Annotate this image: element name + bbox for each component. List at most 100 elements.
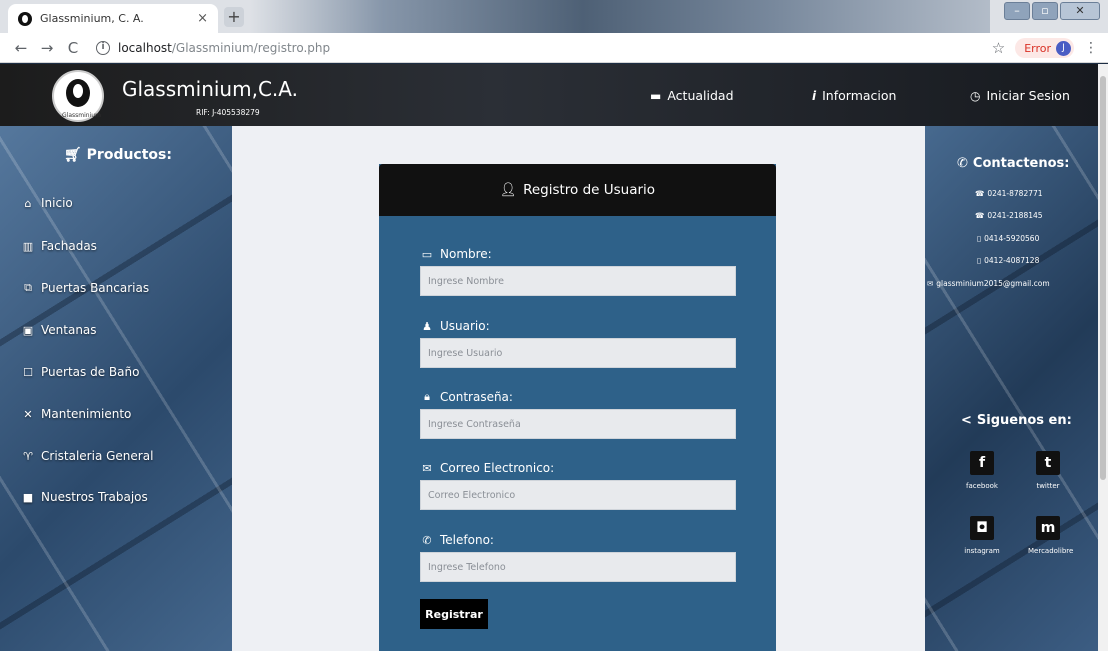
registration-form: 👤︎ Registro de Usuario ▭ Nombre: ♟ Usuar… <box>379 164 776 651</box>
tab-close-icon[interactable]: × <box>197 11 208 26</box>
rif-number: RIF: J-405538279 <box>196 108 260 117</box>
nav-label: Iniciar Sesion <box>986 88 1070 103</box>
door-icon: ☐ <box>23 365 33 379</box>
sidebar-item-label: Inicio <box>41 196 73 210</box>
forward-arrow-icon[interactable]: → <box>36 39 58 57</box>
browser-toolbar: ← → C i localhost/Glassminium/registro.p… <box>0 33 1108 63</box>
contrasena-input[interactable] <box>420 409 736 439</box>
url-host: localhost <box>118 40 172 55</box>
share-icon: < <box>961 413 972 428</box>
instagram-link[interactable]: ◘ instagram <box>962 516 1002 555</box>
sidebar-title-label: Productos: <box>86 147 172 163</box>
facebook-link[interactable]: f facebook <box>962 451 1002 490</box>
telefono-input[interactable] <box>420 552 736 582</box>
glass-icon: ♈ <box>23 449 33 463</box>
main-content: 👤︎ Registro de Usuario ▭ Nombre: ♟ Usuar… <box>232 126 925 651</box>
contrasena-label: 🔒︎ Contraseña: <box>421 390 513 404</box>
contact-phone-text: 0241-2188145 <box>987 211 1043 220</box>
mercadolibre-link[interactable]: m Mercadolibre <box>1028 516 1074 555</box>
sidebar-item-fachadas[interactable]: ▥ Fachadas <box>22 239 97 253</box>
sidebar-item-cristaleria[interactable]: ♈ Cristaleria General <box>22 449 153 463</box>
usuario-label: ♟ Usuario: <box>421 319 490 333</box>
sidebar-item-ventanas[interactable]: ▣ Ventanas <box>22 323 97 337</box>
window-controls: – ▫ ✕ <box>1004 2 1100 20</box>
correo-label-text: Correo Electronico: <box>440 461 555 475</box>
contact-email[interactable]: ✉ glassminium2015@gmail.com <box>927 279 1050 288</box>
window-titlebar-background <box>250 0 990 33</box>
brand-name: Glassminium,C.A. <box>122 77 298 101</box>
home-icon: ⌂ <box>24 196 32 210</box>
tools-icon: ✕ <box>23 407 33 421</box>
form-title: Registro de Usuario <box>523 182 656 198</box>
social-title-label: Siguenos en: <box>976 413 1072 428</box>
cart-icon: 🛒︎ <box>64 147 82 163</box>
nombre-label-text: Nombre: <box>440 247 492 261</box>
registrar-button[interactable]: Registrar <box>420 599 488 629</box>
address-bar[interactable]: i localhost/Glassminium/registro.php <box>96 40 331 55</box>
contact-phone-text: 0241-8782771 <box>987 189 1043 198</box>
site-header: Glassminium Glassminium,C.A. RIF: J-4055… <box>0 64 1098 126</box>
back-arrow-icon[interactable]: ← <box>10 39 32 57</box>
sidebar-item-puertas-bano[interactable]: ☐ Puertas de Baño <box>22 365 139 379</box>
twitter-link[interactable]: t twitter <box>1028 451 1068 490</box>
contact-sidebar: ✆ Contactenos: ☎ 0241-8782771 ☎ 0241-21881… <box>925 126 1098 651</box>
browser-menu-icon[interactable]: ⋮ <box>1084 40 1098 56</box>
telefono-label: ✆ Telefono: <box>421 533 494 547</box>
sidebar-item-inicio[interactable]: ⌂ Inicio <box>22 196 73 210</box>
browser-tab[interactable]: Glassminium, C. A. × <box>8 4 218 33</box>
sidebar-item-mantenimiento[interactable]: ✕ Mantenimiento <box>22 407 131 421</box>
mercadolibre-label: Mercadolibre <box>1028 547 1074 555</box>
nav-informacion[interactable]: i Informacion <box>812 88 896 103</box>
twitter-icon: t <box>1036 451 1060 475</box>
nombre-input[interactable] <box>420 266 736 296</box>
contact-title-label: Contactenos: <box>972 156 1070 171</box>
new-tab-button[interactable]: + <box>224 7 244 27</box>
contact-phone-text: 0414-5920560 <box>984 234 1040 243</box>
tab-title: Glassminium, C. A. <box>40 12 144 25</box>
page-scrollbar[interactable] <box>1098 64 1108 651</box>
contrasena-label-text: Contraseña: <box>440 390 513 404</box>
phone-alt-icon: ☎ <box>975 211 985 220</box>
contact-mobile-1: ▯ 0414-5920560 <box>977 234 1039 243</box>
social-title: < Siguenos en: <box>961 413 1072 428</box>
telefono-label-text: Telefono: <box>440 533 494 547</box>
phone-icon: ✆ <box>957 156 968 171</box>
bookmark-star-icon[interactable]: ☆ <box>992 39 1005 57</box>
sidebar-item-label: Puertas Bancarias <box>41 281 150 295</box>
contact-phone-1: ☎ 0241-8782771 <box>975 189 1043 198</box>
instagram-label: instagram <box>964 547 1000 555</box>
mercadolibre-icon: m <box>1036 516 1060 540</box>
copy-icon: ⧉ <box>24 281 32 294</box>
calendar-icon: ▬ <box>650 88 662 103</box>
sidebar-item-nuestros-trabajos[interactable]: ■ Nuestros Trabajos <box>22 490 148 504</box>
minimize-icon[interactable]: – <box>1004 2 1030 20</box>
usuario-input[interactable] <box>420 338 736 368</box>
sidebar-item-label: Cristaleria General <box>41 449 154 463</box>
scrollbar-thumb[interactable] <box>1100 76 1106 480</box>
info-icon: i <box>812 88 817 103</box>
contact-mobile-2: ▯ 0412-4087128 <box>977 256 1039 265</box>
browser-tab-strip: Glassminium, C. A. × + – ▫ ✕ <box>0 0 1108 33</box>
contact-title: ✆ Contactenos: <box>957 156 1069 171</box>
site-info-icon[interactable]: i <box>96 40 110 55</box>
close-window-icon[interactable]: ✕ <box>1060 2 1100 20</box>
sidebar-item-puertas-bancarias[interactable]: ⧉ Puertas Bancarias <box>22 281 149 295</box>
maximize-icon[interactable]: ▫ <box>1032 2 1058 20</box>
instagram-icon: ◘ <box>970 516 994 540</box>
contact-phone-2: ☎ 0241-2188145 <box>975 211 1043 220</box>
url-path: /Glassminium/registro.php <box>171 40 331 55</box>
correo-input[interactable] <box>420 480 736 510</box>
contact-email-text: glassminium2015@gmail.com <box>936 279 1050 288</box>
phone-icon: ✆ <box>422 533 432 547</box>
site-logo[interactable]: Glassminium <box>52 70 104 122</box>
profile-error-button[interactable]: Error J <box>1015 38 1074 58</box>
contact-phone-text: 0412-4087128 <box>984 256 1040 265</box>
user-icon: ♟ <box>422 319 432 333</box>
sidebar-item-label: Mantenimiento <box>41 407 132 421</box>
nav-iniciar-sesion[interactable]: ◷ Iniciar Sesion <box>970 88 1070 103</box>
reload-icon[interactable]: C <box>62 39 84 57</box>
nav-actualidad[interactable]: ▬ Actualidad <box>650 88 734 103</box>
nav-label: Actualidad <box>667 88 734 103</box>
logo-text: Glassminium <box>62 112 101 119</box>
envelope-icon: ✉ <box>927 279 934 288</box>
